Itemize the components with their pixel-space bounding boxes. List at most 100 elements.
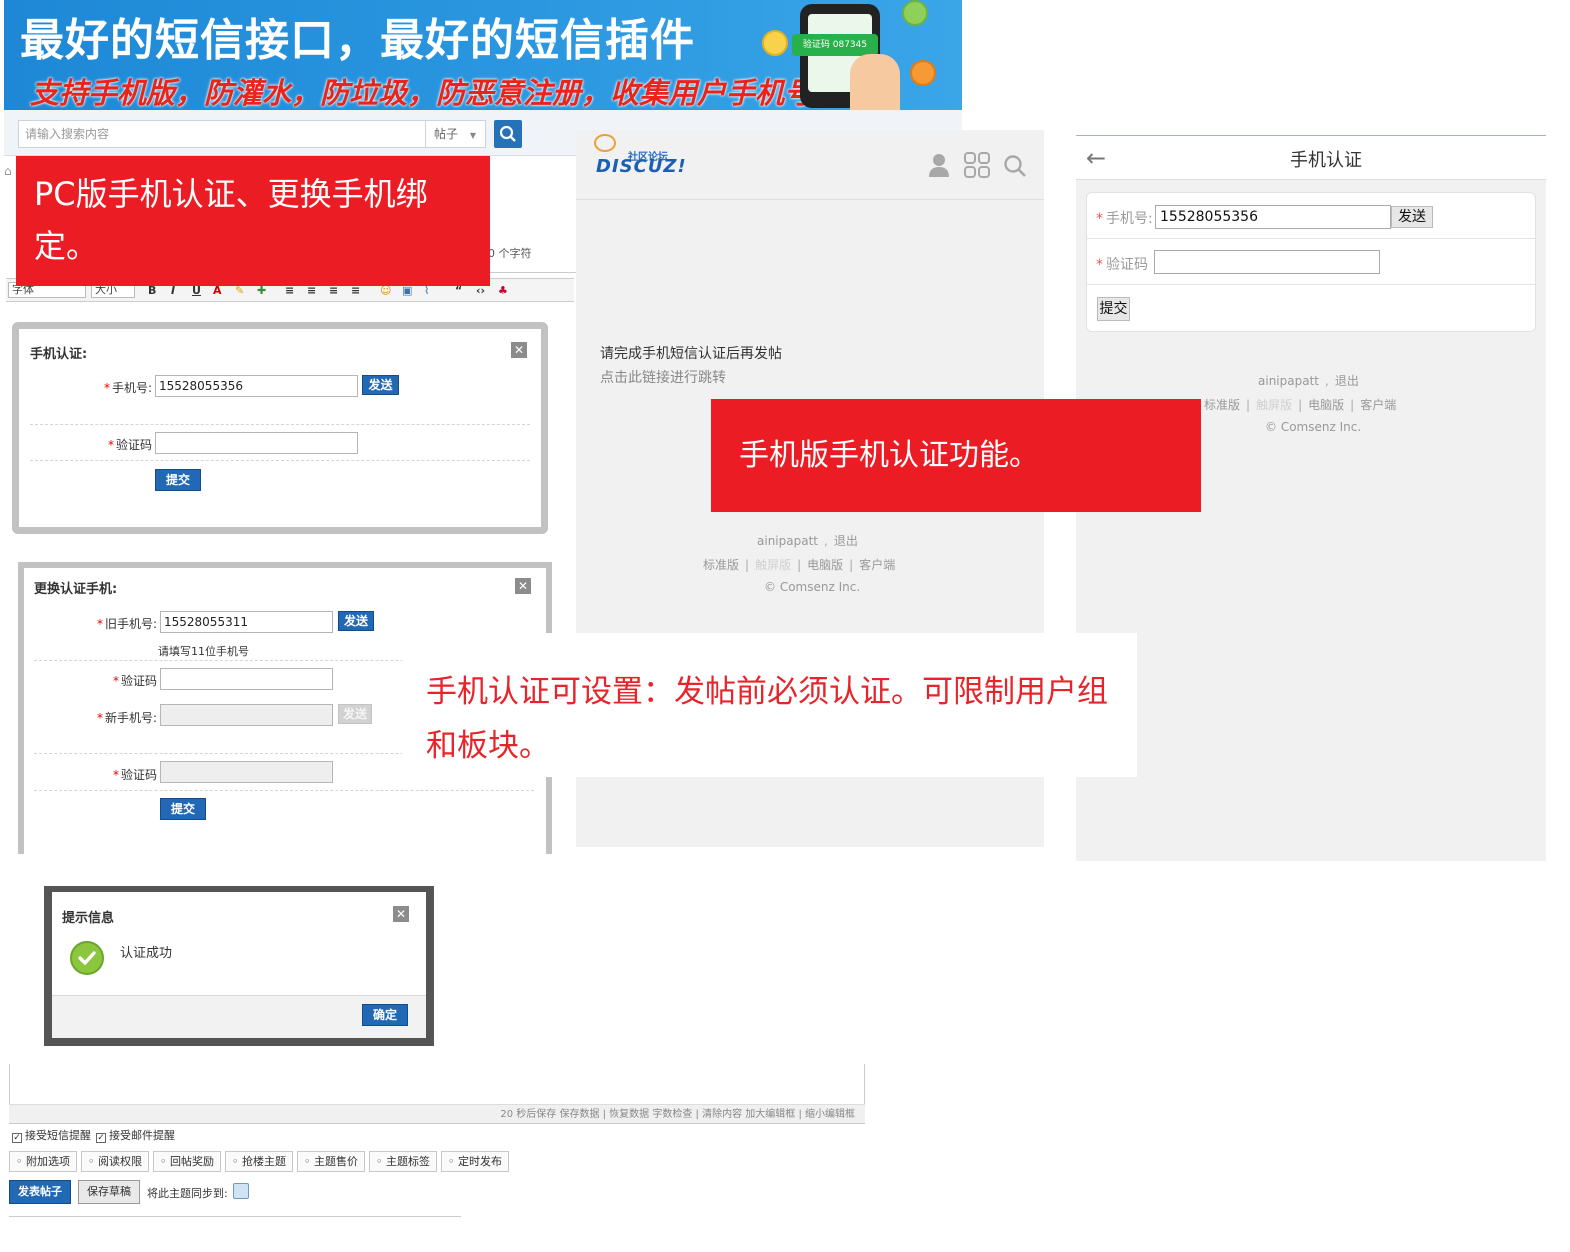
option-thread-price[interactable]: ◦ 主题售价 [297, 1151, 365, 1172]
option-floor-thread[interactable]: ◦ 抢楼主题 [225, 1151, 293, 1172]
publish-button[interactable]: 发表帖子 [9, 1180, 71, 1204]
code-label: * 验证码 [112, 674, 157, 688]
save-draft-button[interactable]: 保存草稿 [78, 1180, 140, 1204]
callout-pc: PC版手机认证、更换手机绑定。 [16, 156, 490, 286]
old-phone-send-button[interactable]: 发送 [338, 611, 374, 631]
search-input[interactable]: 请输入搜索内容 [18, 120, 426, 148]
option-thread-tags[interactable]: ◦ 主题标签 [369, 1151, 437, 1172]
search-icon[interactable] [1003, 154, 1027, 178]
footer-link-touch[interactable]: 触屏版 [1256, 398, 1292, 412]
discuz-bubble-icon [594, 134, 616, 152]
success-check-icon [70, 941, 104, 975]
mobile-verify-title: 手机认证 [1290, 150, 1362, 171]
divider [1087, 284, 1535, 285]
send-code-button[interactable]: 发送 [1391, 206, 1433, 228]
code-label: * 验证码 [112, 768, 157, 782]
verify-dialog-title: 手机认证: [30, 347, 88, 362]
footer-link-pc[interactable]: 电脑版 [807, 558, 843, 572]
option-scheduled-publish[interactable]: ◦ 定时发布 [441, 1151, 509, 1172]
option-read-permission[interactable]: ◦ 阅读权限 [81, 1151, 149, 1172]
old-code-input[interactable] [160, 668, 333, 690]
footer-link-client[interactable]: 客户端 [1360, 398, 1396, 412]
search-button[interactable] [494, 120, 522, 148]
qq-icon[interactable]: ♣ [498, 284, 508, 297]
tip-dialog-title: 提示信息 [62, 911, 115, 926]
option-extra[interactable]: ◦ 附加选项 [9, 1151, 77, 1172]
redirect-link[interactable]: 点击此链接进行跳转 [600, 367, 726, 387]
submit-button[interactable]: 提交 [155, 469, 201, 491]
footer-links: 标准版 | 触屏版 | 电脑版 | 客户端 [703, 558, 896, 572]
new-phone-label: * 新手机号: [96, 711, 157, 725]
footer-username[interactable]: ainipapatt [1258, 374, 1319, 388]
callout-mobile: 手机版手机认证功能。 [711, 399, 1201, 512]
new-phone-send-button[interactable]: 发送 [338, 704, 372, 724]
submit-button[interactable]: 提交 [1097, 297, 1130, 321]
editor-status-bar: 20 秒后保存 保存数据 | 恢复数据 字数检查 | 清除内容 加大编辑框 | … [9, 1104, 865, 1124]
footer-link-touch[interactable]: 触屏版 [755, 558, 791, 572]
old-phone-input[interactable]: 15528055311 [160, 611, 333, 633]
option-reply-reward[interactable]: ◦ 回帖奖励 [153, 1151, 221, 1172]
footer-logout[interactable]: 退出 [834, 534, 858, 548]
coin-icon [762, 30, 788, 56]
phone-hint: 请填写11位手机号 [158, 645, 249, 658]
close-icon[interactable]: ✕ [393, 906, 409, 922]
change-phone-dialog-title: 更换认证手机: [34, 582, 118, 597]
footer-logout[interactable]: 退出 [1335, 374, 1359, 388]
divider [34, 790, 534, 791]
search-icon [499, 125, 516, 142]
target-icon [902, 0, 928, 26]
verify-dialog [12, 322, 548, 534]
footer-link-client[interactable]: 客户端 [859, 558, 895, 572]
footer-user: ainipapatt, 退出 [757, 534, 858, 548]
ok-button[interactable]: 确定 [362, 1004, 408, 1026]
checkbox-checked-icon: ✓ [96, 1133, 106, 1143]
banner-title: 最好的短信接口，最好的短信插件 [20, 15, 695, 66]
sync-weibo-icon[interactable] [233, 1183, 249, 1199]
sms-notice-checkbox[interactable]: ✓ 接受短信提醒 [12, 1127, 91, 1143]
phone-input[interactable]: 15528055356 [155, 375, 358, 397]
checkbox-checked-icon: ✓ [12, 1133, 22, 1143]
change-submit-button[interactable]: 提交 [160, 798, 206, 820]
tip-message: 认证成功 [120, 946, 173, 961]
footer-link-pc[interactable]: 电脑版 [1308, 398, 1344, 412]
phone-label: * 手机号: [103, 381, 152, 395]
search-type-select[interactable]: 帖子 ▼ [426, 120, 486, 148]
close-icon[interactable]: ✕ [511, 342, 527, 358]
auth-required-message: 请完成手机短信认证后再发帖 [600, 346, 782, 362]
phone-input[interactable]: 15528055356 [1155, 205, 1391, 229]
code-label: * 验证码 [107, 438, 152, 452]
new-phone-input[interactable] [160, 704, 333, 726]
chevron-down-icon: ▼ [469, 131, 476, 140]
clock-icon [910, 60, 936, 86]
phone-label: * 手机号: [1096, 211, 1153, 227]
footer-copyright: © Comsenz Inc. [1265, 420, 1362, 434]
code-label: * 验证码 [1096, 257, 1148, 273]
banner-subtitle: 支持手机版，防灌水，防垃圾，防恶意注册，收集用户手机号 [30, 76, 814, 110]
editor-top-rule [490, 272, 576, 273]
callout-settings: 手机认证可设置：发帖前必须认证。可限制用户组和板块。 [402, 633, 1137, 777]
close-icon[interactable]: ✕ [515, 578, 531, 594]
char-count: 0 个字符 [488, 247, 532, 260]
footer-copyright: © Comsenz Inc. [764, 580, 861, 594]
footer-username[interactable]: ainipapatt [757, 534, 818, 548]
footer-user: ainipapatt, 退出 [1258, 374, 1359, 388]
grid-icon[interactable] [964, 152, 990, 178]
search-type-label: 帖子 [434, 127, 459, 141]
discuz-logo: DISCUZ! [596, 156, 687, 177]
new-code-input[interactable] [160, 761, 333, 783]
sync-label: 将此主题同步到: [147, 1187, 228, 1200]
footer-link-standard[interactable]: 标准版 [703, 558, 739, 572]
code-input[interactable] [1154, 250, 1380, 274]
user-icon[interactable] [928, 153, 950, 177]
send-code-button[interactable]: 发送 [362, 375, 399, 395]
divider [30, 424, 530, 425]
hand-icon [850, 54, 900, 110]
email-notice-checkbox[interactable]: ✓ 接受邮件提醒 [96, 1127, 175, 1143]
sms-code-badge: 验证码 087345 [792, 34, 878, 56]
home-icon: ⌂ [4, 164, 12, 178]
divider [30, 460, 530, 461]
footer-links: 标准版 | 触屏版 | 电脑版 | 客户端 [1204, 398, 1397, 412]
code-input[interactable] [155, 432, 358, 454]
footer-link-standard[interactable]: 标准版 [1204, 398, 1240, 412]
old-phone-label: * 旧手机号: [96, 617, 157, 631]
